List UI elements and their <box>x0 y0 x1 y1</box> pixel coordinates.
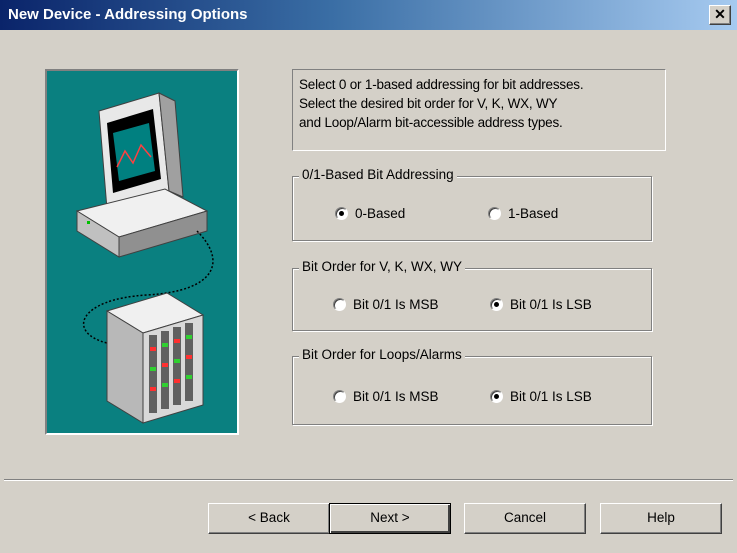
radio-button[interactable] <box>333 298 346 311</box>
radio-0-based[interactable]: 0-Based <box>335 206 405 221</box>
instructions-line: Select 0 or 1-based addressing for bit a… <box>299 77 584 92</box>
window-title: New Device - Addressing Options <box>8 6 248 23</box>
radio-button[interactable] <box>333 390 346 403</box>
radio-label: 0-Based <box>355 206 406 221</box>
close-button[interactable]: ✕ <box>709 5 731 25</box>
group-legend: 0/1-Based Bit Addressing <box>299 167 457 182</box>
radio-button-checked[interactable] <box>335 207 348 220</box>
radio-loops-lsb[interactable]: Bit 0/1 Is LSB <box>490 389 592 404</box>
wizard-illustration <box>45 69 239 435</box>
cancel-button[interactable]: Cancel <box>464 503 586 534</box>
bit-order-loops-group: Bit Order for Loops/Alarms Bit 0/1 Is MS… <box>292 347 652 425</box>
radio-label: Bit 0/1 Is MSB <box>353 297 439 312</box>
radio-label: 1-Based <box>508 206 559 221</box>
radio-vk-msb[interactable]: Bit 0/1 Is MSB <box>333 297 439 312</box>
radio-1-based[interactable]: 1-Based <box>488 206 558 221</box>
bit-order-vk-group: Bit Order for V, K, WX, WY Bit 0/1 Is MS… <box>292 259 652 331</box>
radio-button-checked[interactable] <box>490 390 503 403</box>
radio-vk-lsb[interactable]: Bit 0/1 Is LSB <box>490 297 592 312</box>
radio-label: Bit 0/1 Is MSB <box>353 389 439 404</box>
radio-label: Bit 0/1 Is LSB <box>510 297 592 312</box>
group-legend: Bit Order for Loops/Alarms <box>299 347 465 362</box>
help-button[interactable]: Help <box>600 503 722 534</box>
next-button[interactable]: Next > <box>329 503 451 534</box>
group-legend: Bit Order for V, K, WX, WY <box>299 259 466 274</box>
instructions-line: Select the desired bit order for V, K, W… <box>299 96 558 111</box>
back-button[interactable]: < Back <box>208 503 330 534</box>
divider <box>4 479 733 481</box>
radio-label: Bit 0/1 Is LSB <box>510 389 592 404</box>
radio-button[interactable] <box>488 207 501 220</box>
radio-loops-msb[interactable]: Bit 0/1 Is MSB <box>333 389 439 404</box>
computer-icon <box>75 92 214 424</box>
plc-device-icon <box>105 292 205 424</box>
radio-button-checked[interactable] <box>490 298 503 311</box>
instructions-text: Select 0 or 1-based addressing for bit a… <box>292 69 666 151</box>
instructions-line: and Loop/Alarm bit-accessible address ty… <box>299 115 563 130</box>
title-bar: New Device - Addressing Options ✕ <box>0 0 737 30</box>
close-icon: ✕ <box>714 6 726 22</box>
bit-addressing-group: 0/1-Based Bit Addressing 0-Based 1-Based <box>292 167 652 241</box>
